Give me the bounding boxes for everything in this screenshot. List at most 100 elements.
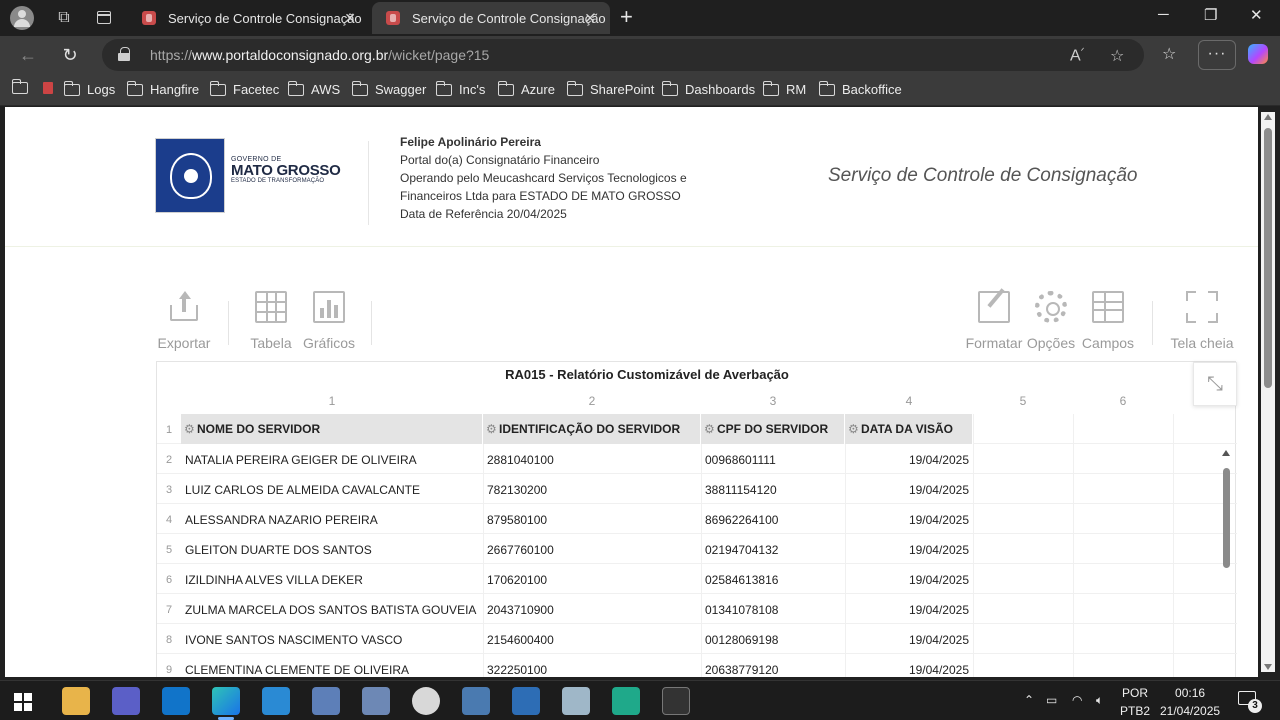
cell-cpf[interactable]: 02584613816 (705, 573, 841, 587)
grid-scrollbar[interactable] (1219, 450, 1233, 677)
bookmark-hangfire[interactable]: Hangfire (126, 80, 199, 97)
browser-tab-2-active[interactable]: Serviço de Controle Consignação ✕ (372, 2, 610, 34)
cell-date[interactable]: 19/04/2025 (849, 603, 969, 617)
fields-button[interactable]: Campos (1081, 291, 1135, 351)
read-aloud-icon[interactable]: Aᐟ (1070, 46, 1084, 65)
cell-name[interactable]: NATALIA PEREIRA GEIGER DE OLIVEIRA (185, 453, 481, 467)
page-scrollbar[interactable] (1261, 112, 1275, 672)
cell-cpf[interactable]: 38811154120 (705, 483, 841, 497)
cell-name[interactable]: LUIZ CARLOS DE ALMEIDA CAVALCANTE (185, 483, 481, 497)
windows-start-icon[interactable] (14, 693, 32, 711)
bookmark-sharepoint[interactable]: SharePoint (566, 80, 654, 97)
back-icon[interactable]: ← (16, 43, 40, 67)
bookmark-aws[interactable]: AWS (287, 80, 340, 97)
favorite-star-icon[interactable]: ☆ (1110, 46, 1124, 66)
bookmark-logs[interactable]: Logs (63, 80, 115, 97)
minimize-icon[interactable]: ─ (1158, 6, 1169, 23)
scroll-down-icon[interactable] (1264, 664, 1272, 670)
profile-avatar[interactable] (10, 6, 34, 30)
table-row[interactable]: 9 CLEMENTINA CLEMENTE DE OLIVEIRA 32225010… (157, 654, 1237, 677)
header-data-da-visao[interactable]: ⚙ DATA DA VISÃO (845, 414, 973, 444)
scroll-thumb[interactable] (1264, 128, 1272, 388)
bookmark-facetec[interactable]: Facetec (209, 80, 279, 97)
cell-id[interactable]: 2043710900 (487, 603, 697, 617)
cell-date[interactable]: 19/04/2025 (849, 513, 969, 527)
cell-name[interactable]: IZILDINHA ALVES VILLA DEKER (185, 573, 481, 587)
gear-icon[interactable]: ⚙ (704, 414, 715, 444)
cell-date[interactable]: 19/04/2025 (849, 663, 969, 677)
notifications-icon[interactable]: 3 (1238, 691, 1262, 713)
table-row[interactable]: 3 LUIZ CARLOS DE ALMEIDA CAVALCANTE 782130… (157, 474, 1237, 504)
new-tab-icon[interactable]: + (620, 4, 633, 30)
bookmark-folder-unnamed[interactable] (11, 79, 53, 94)
table-row[interactable]: 2 NATALIA PEREIRA GEIGER DE OLIVEIRA 28810… (157, 444, 1237, 474)
options-button[interactable]: Opções (1026, 291, 1076, 351)
cell-name[interactable]: IVONE SANTOS NASCIMENTO VASCO (185, 633, 481, 647)
cell-date[interactable]: 19/04/2025 (849, 543, 969, 557)
remote-desktop-icon[interactable] (312, 687, 340, 715)
cell-cpf[interactable]: 20638779120 (705, 663, 841, 677)
scroll-up-icon[interactable] (1222, 450, 1230, 456)
app-window-icon[interactable] (612, 687, 640, 715)
close-tab-icon[interactable]: ✕ (344, 10, 356, 27)
file-explorer-icon[interactable] (62, 687, 90, 715)
cell-date[interactable]: 19/04/2025 (849, 453, 969, 467)
fullscreen-button[interactable]: Tela cheia (1169, 291, 1235, 351)
app-icon[interactable] (512, 687, 540, 715)
teams-icon[interactable] (112, 687, 140, 715)
table-row[interactable]: 4 ALESSANDRA NAZARIO PEREIRA 879580100 8696… (157, 504, 1237, 534)
terminal-icon[interactable] (662, 687, 690, 715)
cell-cpf[interactable]: 02194704132 (705, 543, 841, 557)
workspaces-icon[interactable]: ⧉ (52, 6, 76, 30)
clock[interactable]: 00:16 21/04/2025 (1160, 684, 1220, 720)
close-tab-icon[interactable]: ✕ (584, 10, 596, 27)
bookmark-backoffice[interactable]: Backoffice (818, 80, 902, 97)
cell-name[interactable]: ZULMA MARCELA DOS SANTOS BATISTA GOUVEIA (185, 603, 481, 617)
edge-icon[interactable] (212, 687, 240, 720)
azure-data-studio-icon[interactable] (562, 687, 590, 715)
more-menu-icon[interactable]: ··· (1198, 40, 1236, 70)
battery-icon[interactable]: ▭ (1046, 693, 1057, 707)
cell-date[interactable]: 19/04/2025 (849, 633, 969, 647)
gear-icon[interactable]: ⚙ (848, 414, 859, 444)
reload-icon[interactable]: ↻ (58, 43, 82, 67)
header-cpf[interactable]: ⚙ CPF DO SERVIDOR (701, 414, 845, 444)
cell-cpf[interactable]: 00968601111 (705, 453, 841, 467)
cell-name[interactable]: ALESSANDRA NAZARIO PEREIRA (185, 513, 481, 527)
scroll-thumb[interactable] (1223, 468, 1230, 568)
cell-id[interactable]: 879580100 (487, 513, 697, 527)
rdp-icon[interactable] (362, 687, 390, 715)
show-hidden-icons-icon[interactable]: ⌃ (1024, 693, 1034, 707)
url-text[interactable]: https://www.portaldoconsignado.org.br/wi… (150, 47, 489, 63)
cell-cpf[interactable]: 86962264100 (705, 513, 841, 527)
outlook-icon[interactable] (162, 687, 190, 715)
table-button[interactable]: Tabela (249, 291, 293, 351)
cell-id[interactable]: 2881040100 (487, 453, 697, 467)
cell-id[interactable]: 2154600400 (487, 633, 697, 647)
cell-name[interactable]: GLEITON DUARTE DOS SANTOS (185, 543, 481, 557)
bookmark-incs[interactable]: Inc's (435, 80, 485, 97)
gear-icon[interactable]: ⚙ (486, 414, 497, 444)
cell-cpf[interactable]: 01341078108 (705, 603, 841, 617)
cell-date[interactable]: 19/04/2025 (849, 483, 969, 497)
vscode-icon[interactable] (262, 687, 290, 715)
scroll-up-icon[interactable] (1264, 114, 1272, 120)
table-row[interactable]: 5 GLEITON DUARTE DOS SANTOS 2667760100 0219… (157, 534, 1237, 564)
close-window-icon[interactable]: ✕ (1250, 6, 1263, 24)
gear-icon[interactable]: ⚙ (184, 414, 195, 444)
cell-name[interactable]: CLEMENTINA CLEMENTE DE OLIVEIRA (185, 663, 481, 677)
format-button[interactable]: Formatar (965, 291, 1023, 351)
bookmark-rm[interactable]: RM (762, 80, 806, 97)
postman-icon[interactable] (412, 687, 440, 715)
lock-icon[interactable] (118, 47, 130, 61)
restore-icon[interactable]: ❐ (1204, 6, 1217, 24)
charts-button[interactable]: Gráficos (301, 291, 357, 351)
table-row[interactable]: 7 ZULMA MARCELA DOS SANTOS BATISTA GOUVEI… (157, 594, 1237, 624)
cell-id[interactable]: 322250100 (487, 663, 697, 677)
cell-id[interactable]: 170620100 (487, 573, 697, 587)
table-row[interactable]: 6 IZILDINHA ALVES VILLA DEKER 170620100 025… (157, 564, 1237, 594)
pgadmin-icon[interactable] (462, 687, 490, 715)
cell-date[interactable]: 19/04/2025 (849, 573, 969, 587)
favorites-icon[interactable]: ☆ (1162, 44, 1176, 64)
cell-id[interactable]: 2667760100 (487, 543, 697, 557)
